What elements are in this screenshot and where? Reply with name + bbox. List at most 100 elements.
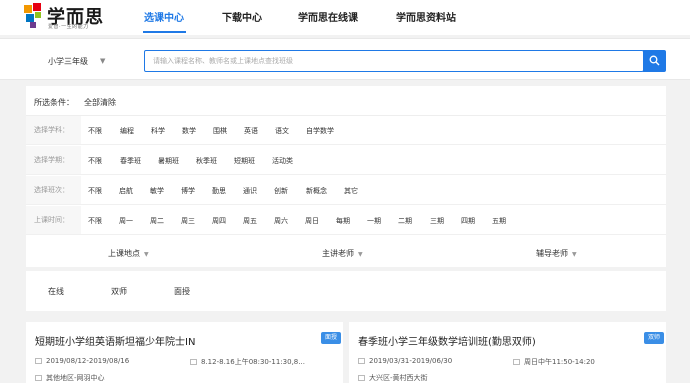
filter-row-class-level: 选择班次： 不限 启航 敏学 博学 勤思 通识 创新 新概念 其它 (26, 176, 666, 205)
location-icon (358, 375, 365, 381)
search-input[interactable]: 请输入课程名称、教师名或上课地点查找班级 (144, 50, 644, 72)
filter-label: 选择学期： (26, 146, 81, 174)
filter-option[interactable]: 周六 (274, 216, 288, 226)
filter-option[interactable]: 编程 (120, 126, 134, 136)
nav-course-center[interactable]: 选课中心 (144, 9, 184, 24)
course-type-badge: 双师 (644, 332, 665, 344)
location-dropdown[interactable]: 上课地点 ▼ (108, 248, 149, 259)
filter-label: 选择学科： (26, 116, 81, 144)
mode-tab-in-person[interactable]: 面授 (174, 286, 190, 297)
filter-option[interactable]: 围棋 (213, 126, 227, 136)
filter-option[interactable]: 通识 (243, 186, 257, 196)
filter-option[interactable]: 周一 (119, 216, 133, 226)
course-location: 其他地区-网羽中心 (35, 373, 105, 383)
filter-option[interactable]: 英语 (244, 126, 258, 136)
filter-option[interactable]: 春季班 (120, 156, 141, 166)
course-time: 周日中午11:50-14:20 (513, 357, 595, 367)
filter-option[interactable]: 三期 (430, 216, 444, 226)
grade-selector[interactable]: 小学三年级 (48, 56, 88, 67)
course-date-text: 2019/03/31-2019/06/30 (369, 357, 453, 365)
filter-option[interactable]: 其它 (344, 186, 358, 196)
filter-row-term: 选择学期： 不限 春季班 暑期班 秋季班 短期班 活动类 (26, 146, 666, 175)
filter-option[interactable]: 启航 (119, 186, 133, 196)
filter-option[interactable]: 活动类 (272, 156, 293, 166)
course-location-text: 其他地区-网羽中心 (46, 374, 105, 382)
mode-tab-online[interactable]: 在线 (48, 286, 64, 297)
course-type-badge: 面授 (321, 332, 342, 344)
mode-tab-dual-teacher[interactable]: 双师 (111, 286, 127, 297)
tutor-dropdown[interactable]: 辅导老师 ▼ (536, 248, 577, 259)
filter-option[interactable]: 勤思 (212, 186, 226, 196)
main-nav: 选课中心 下载中心 学而思在线课 学而思资料站 (0, 0, 690, 35)
filter-option[interactable]: 博学 (181, 186, 195, 196)
search-placeholder: 请输入课程名称、教师名或上课地点查找班级 (153, 57, 293, 65)
dropdown-row: 上课地点 ▼ 主讲老师 ▼ 辅导老师 ▼ (26, 237, 666, 267)
lead-teacher-dropdown-label: 主讲老师 (322, 249, 354, 258)
course-title[interactable]: 春季班小学三年级数学培训班(勤思双师) (358, 333, 536, 348)
clock-icon (190, 359, 197, 365)
filter-option[interactable]: 自学数学 (306, 126, 334, 136)
nav-online-course[interactable]: 学而思在线课 (298, 9, 358, 24)
course-time-text: 周日中午11:50-14:20 (524, 358, 595, 366)
chevron-down-icon: ▼ (572, 251, 577, 258)
course-date: 2019/08/12-2019/08/16 (35, 357, 129, 365)
filter-option[interactable]: 数学 (182, 126, 196, 136)
clear-all-button[interactable]: 全部清除 (84, 97, 116, 108)
filter-panel: 所选条件： 全部清除 选择学科： 不限 编程 科学 数学 围棋 英语 语文 自学… (26, 86, 666, 267)
calendar-icon (35, 358, 42, 364)
filter-option[interactable]: 四期 (461, 216, 475, 226)
filter-option[interactable]: 不限 (88, 126, 102, 136)
filter-option[interactable]: 短期班 (234, 156, 255, 166)
nav-download-center[interactable]: 下载中心 (222, 9, 262, 24)
chevron-down-icon: ▼ (144, 251, 149, 258)
filter-row-schedule: 上课时间： 不限 周一 周二 周三 周四 周五 周六 周日 每期 一期 二期 三… (26, 206, 666, 235)
course-date: 2019/03/31-2019/06/30 (358, 357, 452, 365)
selected-conditions-label: 所选条件： (34, 98, 74, 107)
filter-option[interactable]: 周二 (150, 216, 164, 226)
filter-option[interactable]: 不限 (88, 216, 102, 226)
filter-option[interactable]: 敏学 (150, 186, 164, 196)
filter-option[interactable]: 周日 (305, 216, 319, 226)
course-location-text: 大兴区-黄村西大街 (369, 374, 428, 382)
calendar-icon (358, 358, 365, 364)
filter-option[interactable]: 创新 (274, 186, 288, 196)
filter-option[interactable]: 暑期班 (158, 156, 179, 166)
lead-teacher-dropdown[interactable]: 主讲老师 ▼ (322, 248, 363, 259)
nav-resource-station[interactable]: 学而思资料站 (396, 9, 456, 24)
filter-option[interactable]: 二期 (398, 216, 412, 226)
course-title[interactable]: 短期班小学组英语斯坦福少年院士IN (35, 333, 195, 348)
filter-option[interactable]: 周五 (243, 216, 257, 226)
filter-option[interactable]: 新概念 (306, 186, 327, 196)
filter-option[interactable]: 秋季班 (196, 156, 217, 166)
clock-icon (513, 359, 520, 365)
course-card[interactable]: 春季班小学三年级数学培训班(勤思双师) 双师 2019/03/31-2019/0… (349, 322, 666, 383)
filter-row-subject: 选择学科： 不限 编程 科学 数学 围棋 英语 语文 自学数学 (26, 116, 666, 145)
chevron-down-icon[interactable]: ▼ (100, 57, 105, 65)
filter-option[interactable]: 不限 (88, 186, 102, 196)
tutor-dropdown-label: 辅导老师 (536, 249, 568, 258)
filter-option[interactable]: 五期 (492, 216, 506, 226)
filter-option[interactable]: 周四 (212, 216, 226, 226)
course-time-text: 8.12-8.16上午08:30-11:30,8... (201, 358, 305, 366)
filter-option[interactable]: 一期 (367, 216, 381, 226)
course-location: 大兴区-黄村西大街 (358, 373, 428, 383)
filter-option[interactable]: 周三 (181, 216, 195, 226)
filter-option[interactable]: 不限 (88, 156, 102, 166)
nav-active-indicator (143, 31, 186, 33)
filter-option[interactable]: 每期 (336, 216, 350, 226)
search-icon (649, 55, 660, 66)
search-row: 小学三年级 ▼ 请输入课程名称、教师名或上课地点查找班级 (0, 38, 690, 80)
course-time: 8.12-8.16上午08:30-11:30,8... (190, 357, 305, 367)
search-button[interactable] (643, 50, 666, 72)
course-card[interactable]: 短期班小学组英语斯坦福少年院士IN 面授 2019/08/12-2019/08/… (26, 322, 343, 383)
location-icon (35, 375, 42, 381)
filter-label: 上课时间： (26, 206, 81, 234)
mode-bar: 在线 双师 面授 (26, 271, 666, 311)
selected-conditions-row: 所选条件： 全部清除 (26, 86, 666, 116)
chevron-down-icon: ▼ (358, 251, 363, 258)
top-header: 学而思 爱智·一生的能力 选课中心 下载中心 学而思在线课 学而思资料站 (0, 0, 690, 35)
filter-option[interactable]: 语文 (275, 126, 289, 136)
course-date-text: 2019/08/12-2019/08/16 (46, 357, 130, 365)
filter-option[interactable]: 科学 (151, 126, 165, 136)
location-dropdown-label: 上课地点 (108, 249, 140, 258)
